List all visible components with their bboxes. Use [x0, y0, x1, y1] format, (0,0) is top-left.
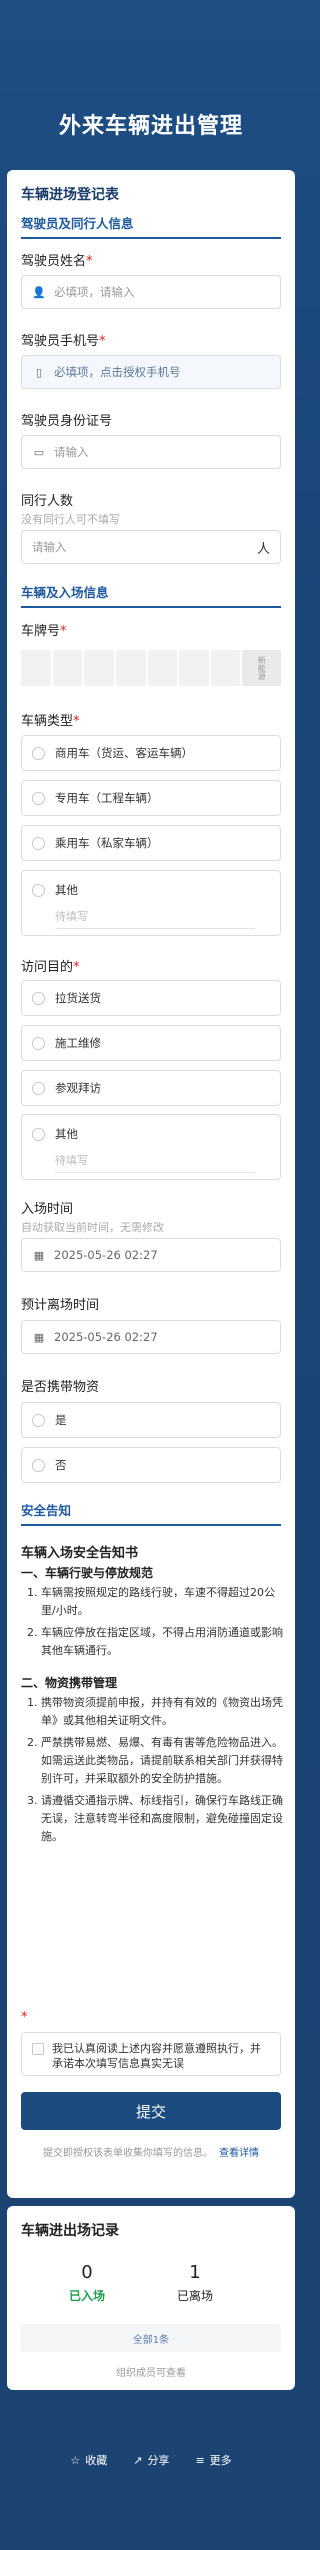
plate-cell[interactable]	[147, 650, 178, 686]
agree-required-mark: *	[21, 2010, 28, 2025]
plate-cell[interactable]	[21, 650, 51, 686]
view-details-link[interactable]: 查看详情	[219, 2148, 259, 2159]
driver-phone-input[interactable]: ▯ 必填项，点击授权手机号	[21, 355, 281, 389]
purpose-other-input[interactable]: 待填写	[55, 1152, 255, 1173]
radio[interactable]	[32, 836, 45, 850]
id-card-label: 驾驶员身份证号	[21, 414, 113, 429]
user-icon: 👤	[32, 285, 46, 299]
vehicle-type-label: 车辆类型*	[21, 714, 80, 729]
purpose-option[interactable]: 拉货送货	[21, 980, 281, 1016]
section-notice: 安全告知	[21, 1500, 281, 1526]
purpose-label: 访问目的*	[21, 960, 80, 975]
radio[interactable]	[32, 1458, 45, 1472]
radio[interactable]	[32, 1081, 45, 1095]
footer-note: 提交即授权该表单收集你填写的信息。 查看详情	[43, 2148, 259, 2159]
id-card-input[interactable]: ▭ 请输入	[21, 435, 281, 469]
purpose-other-option[interactable]: 其他 待填写	[21, 1114, 281, 1180]
plate-cell[interactable]	[115, 650, 146, 686]
driver-name-input[interactable]: 👤 必填项，请输入	[21, 275, 281, 309]
radio[interactable]	[32, 791, 45, 805]
phone-label: 驾驶员手机号*	[21, 334, 106, 349]
star-icon: ☆	[70, 2453, 81, 2467]
goods-label: 是否携带物资	[21, 1380, 100, 1395]
vehicle-type-option[interactable]: 商用车（货运、客运车辆）	[21, 735, 281, 771]
vehicle-type-option[interactable]: 专用车（工程车辆）	[21, 780, 281, 816]
list-item: 3. 请遵循交通指示牌、标线指引，确保行车路线正确无误，注意转弯半径和高度限制，避…	[27, 1794, 283, 1843]
stat-entered[interactable]: 0 已入场	[37, 2262, 137, 2304]
entry-time-hint: 自动获取当前时间，无需修改	[21, 1221, 164, 1234]
plate-cell[interactable]	[84, 650, 114, 686]
entry-time-label: 入场时间	[21, 1202, 74, 1217]
entry-time-input[interactable]: ▦ 2025-05-26 02:27	[21, 1238, 281, 1272]
radio[interactable]	[32, 1127, 45, 1141]
list-item: 1. 车辆需按照规定的路线行驶，车速不得超过20公里/小时。	[27, 1586, 275, 1617]
org-only-note: 组织成员可查看	[116, 2368, 186, 2379]
calendar-icon: ▦	[33, 1248, 45, 1262]
hero-banner: 外来车辆进出管理	[0, 0, 302, 168]
radio[interactable]	[32, 883, 45, 897]
records-title: 车辆进出场记录	[21, 2223, 119, 2239]
radio[interactable]	[32, 991, 45, 1005]
records-card: 车辆进出场记录 0 已入场 1 已离场 全部1条 组织成员可查看	[7, 2206, 295, 2390]
notice-list-2: 1. 携带物资须提前申报，并持有有效的《物资出场凭单》或其他相关证明文件。 2. 严…	[21, 1694, 283, 1850]
companions-unit: 人	[256, 541, 270, 557]
radio[interactable]	[32, 746, 45, 760]
notice-list-1: 1. 车辆需按照规定的路线行驶，车速不得超过20公里/小时。 2. 车辆应停放在指定…	[21, 1584, 283, 1664]
companions-input[interactable]: 请输入 人	[21, 530, 281, 564]
all-records-button[interactable]: 全部1条	[21, 2324, 281, 2352]
section-driver: 驾驶员及同行人信息	[21, 213, 281, 239]
companions-label: 同行人数	[21, 494, 74, 509]
companions-hint: 没有同行人可不填写	[21, 513, 120, 526]
stat-left[interactable]: 1 已离场	[145, 2262, 245, 2304]
list-item: 2. 严禁携带易燃、易爆、有毒有害等危险物品进入。如需运送此类物品，请提前联系相关…	[27, 1736, 283, 1785]
calendar-icon: ▦	[33, 1330, 45, 1344]
vehicle-type-other-input[interactable]: 待填写	[55, 908, 255, 929]
phone-icon: ▯	[35, 365, 43, 379]
list-item: 1. 携带物资须提前申报，并持有有效的《物资出场凭单》或其他相关证明文件。	[27, 1696, 283, 1727]
form-title: 车辆进场登记表	[21, 187, 119, 203]
list-item: 2. 车辆应停放在指定区域，不得占用消防通道或影响其他车辆通行。	[27, 1626, 283, 1657]
submit-button[interactable]: 提交	[21, 2092, 281, 2130]
share-icon: ↗	[133, 2453, 143, 2467]
plate-cell[interactable]	[210, 650, 241, 686]
name-label: 驾驶员姓名*	[21, 254, 93, 269]
agree-checkbox[interactable]	[32, 2043, 44, 2055]
section-vehicle: 车辆及入场信息	[21, 582, 281, 608]
vehicle-type-other-option[interactable]: 其他 待填写	[21, 870, 281, 936]
goods-yes-option[interactable]: 是	[21, 1402, 281, 1438]
plate-label: 车牌号*	[21, 624, 67, 639]
share-button[interactable]: ↗ 分享	[133, 2452, 169, 2468]
more-button[interactable]: ≡ 更多	[195, 2452, 231, 2468]
page-title: 外来车辆进出管理	[58, 114, 243, 139]
radio[interactable]	[32, 1413, 45, 1427]
notice-title: 车辆入场安全告知书	[21, 1546, 139, 1561]
vehicle-type-option[interactable]: 乘用车（私家车辆）	[21, 825, 281, 861]
plate-cell[interactable]	[179, 650, 209, 686]
bottom-bar: ☆ 收藏 ↗ 分享 ≡ 更多	[0, 2452, 302, 2468]
purpose-option[interactable]: 参观拜访	[21, 1070, 281, 1106]
notice-section-1: 一、车辆行驶与停放规范	[21, 1566, 154, 1580]
plate-cell[interactable]	[52, 650, 83, 686]
purpose-option[interactable]: 施工维修	[21, 1025, 281, 1061]
menu-icon: ≡	[195, 2453, 205, 2467]
id-card-icon: ▭	[33, 445, 45, 459]
registration-form: 车辆进场登记表 驾驶员及同行人信息 驾驶员姓名* 👤 必填项，请输入 驾驶员手机…	[7, 170, 295, 2198]
leave-time-input[interactable]: ▦ 2025-05-26 02:27	[21, 1320, 281, 1354]
notice-section-2: 二、物资携带管理	[21, 1676, 118, 1690]
leave-time-label: 预计离场时间	[21, 1298, 100, 1313]
plate-cell-new-energy[interactable]: 新能源	[242, 650, 282, 686]
plate-input[interactable]: 新能源	[21, 650, 282, 686]
agree-checkbox-row[interactable]: 我已认真阅读上述内容并愿意遵照执行，并承诺本次填写信息真实无误	[21, 2032, 281, 2076]
fav-button[interactable]: ☆ 收藏	[70, 2452, 107, 2468]
radio[interactable]	[32, 1036, 45, 1050]
goods-no-option[interactable]: 否	[21, 1447, 281, 1483]
